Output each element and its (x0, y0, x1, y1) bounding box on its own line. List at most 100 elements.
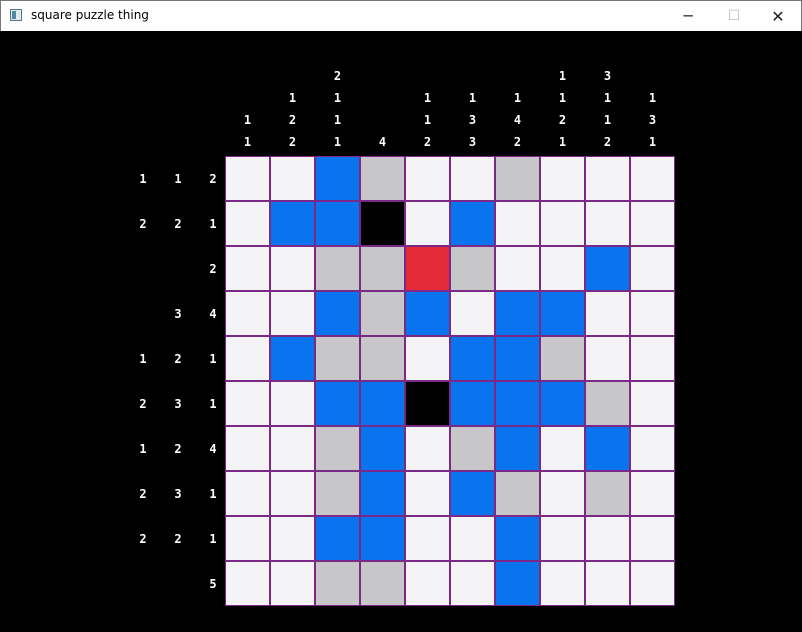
filled-cell[interactable] (315, 516, 360, 561)
empty-cell[interactable] (405, 426, 450, 471)
empty-cell[interactable] (495, 201, 540, 246)
empty-cell[interactable] (225, 246, 270, 291)
empty-cell[interactable] (585, 291, 630, 336)
crossed-cell[interactable] (450, 246, 495, 291)
empty-cell[interactable] (540, 246, 585, 291)
empty-cell[interactable] (405, 516, 450, 561)
crossed-cell[interactable] (450, 426, 495, 471)
crossed-cell[interactable] (315, 426, 360, 471)
empty-cell[interactable] (225, 471, 270, 516)
empty-cell[interactable] (540, 516, 585, 561)
grid-cell[interactable] (360, 201, 405, 246)
empty-cell[interactable] (540, 156, 585, 201)
empty-cell[interactable] (450, 291, 495, 336)
crossed-cell[interactable] (540, 336, 585, 381)
filled-cell[interactable] (360, 381, 405, 426)
empty-cell[interactable] (270, 246, 315, 291)
empty-cell[interactable] (225, 381, 270, 426)
filled-cell[interactable] (495, 336, 540, 381)
empty-cell[interactable] (540, 426, 585, 471)
filled-cell[interactable] (495, 516, 540, 561)
crossed-cell[interactable] (360, 291, 405, 336)
filled-cell[interactable] (315, 201, 360, 246)
puzzle-grid[interactable] (225, 156, 675, 606)
crossed-cell[interactable] (315, 246, 360, 291)
empty-cell[interactable] (270, 516, 315, 561)
minimize-button[interactable]: ─ (665, 1, 711, 31)
crossed-cell[interactable] (360, 156, 405, 201)
empty-cell[interactable] (405, 201, 450, 246)
empty-cell[interactable] (630, 471, 675, 516)
empty-cell[interactable] (270, 291, 315, 336)
empty-cell[interactable] (405, 336, 450, 381)
empty-cell[interactable] (630, 561, 675, 606)
empty-cell[interactable] (450, 156, 495, 201)
empty-cell[interactable] (630, 516, 675, 561)
filled-cell[interactable] (360, 516, 405, 561)
empty-cell[interactable] (450, 516, 495, 561)
empty-cell[interactable] (540, 201, 585, 246)
crossed-cell[interactable] (315, 561, 360, 606)
empty-cell[interactable] (630, 381, 675, 426)
filled-cell[interactable] (450, 381, 495, 426)
empty-cell[interactable] (585, 336, 630, 381)
filled-cell[interactable] (360, 471, 405, 516)
empty-cell[interactable] (405, 156, 450, 201)
empty-cell[interactable] (225, 426, 270, 471)
filled-cell[interactable] (450, 336, 495, 381)
crossed-cell[interactable] (585, 471, 630, 516)
empty-cell[interactable] (225, 561, 270, 606)
empty-cell[interactable] (270, 471, 315, 516)
empty-cell[interactable] (630, 246, 675, 291)
filled-cell[interactable] (405, 291, 450, 336)
filled-cell[interactable] (270, 201, 315, 246)
filled-cell[interactable] (540, 381, 585, 426)
empty-cell[interactable] (630, 336, 675, 381)
filled-cell[interactable] (495, 291, 540, 336)
crossed-cell[interactable] (495, 156, 540, 201)
filled-cell[interactable] (540, 291, 585, 336)
empty-cell[interactable] (270, 426, 315, 471)
empty-cell[interactable] (225, 516, 270, 561)
maximize-button[interactable]: ☐ (711, 1, 757, 31)
crossed-cell[interactable] (315, 471, 360, 516)
empty-cell[interactable] (630, 156, 675, 201)
close-button[interactable]: ✕ (755, 1, 801, 31)
empty-cell[interactable] (270, 561, 315, 606)
empty-cell[interactable] (225, 201, 270, 246)
empty-cell[interactable] (450, 561, 495, 606)
cursor-cell[interactable] (405, 246, 450, 291)
empty-cell[interactable] (225, 291, 270, 336)
crossed-cell[interactable] (360, 246, 405, 291)
filled-cell[interactable] (315, 156, 360, 201)
empty-cell[interactable] (405, 471, 450, 516)
filled-cell[interactable] (360, 426, 405, 471)
crossed-cell[interactable] (360, 561, 405, 606)
empty-cell[interactable] (495, 246, 540, 291)
empty-cell[interactable] (270, 381, 315, 426)
crossed-cell[interactable] (315, 336, 360, 381)
filled-cell[interactable] (495, 381, 540, 426)
filled-cell[interactable] (495, 561, 540, 606)
empty-cell[interactable] (405, 561, 450, 606)
filled-cell[interactable] (270, 336, 315, 381)
empty-cell[interactable] (585, 201, 630, 246)
empty-cell[interactable] (630, 201, 675, 246)
filled-cell[interactable] (495, 426, 540, 471)
crossed-cell[interactable] (585, 381, 630, 426)
filled-cell[interactable] (450, 471, 495, 516)
empty-cell[interactable] (630, 426, 675, 471)
crossed-cell[interactable] (495, 471, 540, 516)
empty-cell[interactable] (585, 156, 630, 201)
grid-cell[interactable] (405, 381, 450, 426)
empty-cell[interactable] (225, 156, 270, 201)
empty-cell[interactable] (225, 336, 270, 381)
empty-cell[interactable] (270, 156, 315, 201)
filled-cell[interactable] (585, 426, 630, 471)
filled-cell[interactable] (315, 291, 360, 336)
empty-cell[interactable] (585, 516, 630, 561)
filled-cell[interactable] (315, 381, 360, 426)
empty-cell[interactable] (540, 561, 585, 606)
crossed-cell[interactable] (360, 336, 405, 381)
filled-cell[interactable] (450, 201, 495, 246)
